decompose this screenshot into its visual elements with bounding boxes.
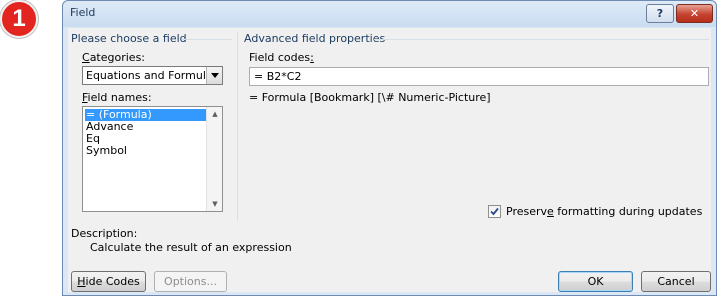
- field-names-label: Field names:: [82, 91, 152, 104]
- syntax-hint: = Formula [Bookmark] [\# Numeric-Picture…: [249, 91, 491, 104]
- list-item[interactable]: Symbol: [85, 145, 127, 157]
- close-button[interactable]: ✕: [676, 4, 713, 23]
- options-button[interactable]: Options...: [154, 271, 227, 292]
- choose-field-heading: Please choose a field: [71, 32, 187, 45]
- categories-value: Equations and Formulas: [86, 69, 206, 82]
- categories-label: Categories:: [82, 51, 146, 64]
- field-names-list[interactable]: = (Formula) Advance Eq Symbol ▲ ▼: [82, 106, 223, 212]
- description-label: Description:: [71, 227, 138, 240]
- heading-divider: [182, 39, 232, 40]
- preserve-formatting-label[interactable]: Preserve formatting during updates: [506, 205, 702, 218]
- heading-divider: [374, 39, 709, 40]
- scroll-down-icon[interactable]: ▼: [207, 197, 223, 211]
- help-button[interactable]: ?: [646, 4, 674, 23]
- hide-codes-button[interactable]: Hide Codes: [71, 271, 146, 292]
- dialog-title: Field: [70, 6, 96, 19]
- categories-dropdown[interactable]: Equations and Formulas: [82, 66, 223, 85]
- dialog-body: Please choose a field Categories: Equati…: [68, 28, 711, 292]
- advanced-properties-heading: Advanced field properties: [244, 32, 386, 45]
- field-codes-label: Field codes:: [249, 51, 314, 64]
- chevron-down-icon[interactable]: [206, 67, 222, 84]
- scroll-up-icon[interactable]: ▲: [207, 107, 223, 121]
- ok-button[interactable]: OK: [558, 271, 633, 292]
- step-number-badge: 1: [0, 0, 38, 38]
- vertical-divider: [237, 32, 238, 220]
- list-scrollbar[interactable]: ▲ ▼: [206, 107, 222, 211]
- field-dialog: Field ? ✕ Please choose a field Categori…: [62, 0, 717, 296]
- preserve-formatting-checkbox[interactable]: [488, 205, 501, 218]
- description-text: Calculate the result of an expression: [90, 241, 292, 254]
- field-codes-input[interactable]: = B2*C2: [249, 67, 709, 86]
- cancel-button[interactable]: Cancel: [641, 271, 711, 292]
- title-bar[interactable]: Field ? ✕: [63, 1, 716, 27]
- checkmark-icon: [490, 207, 499, 216]
